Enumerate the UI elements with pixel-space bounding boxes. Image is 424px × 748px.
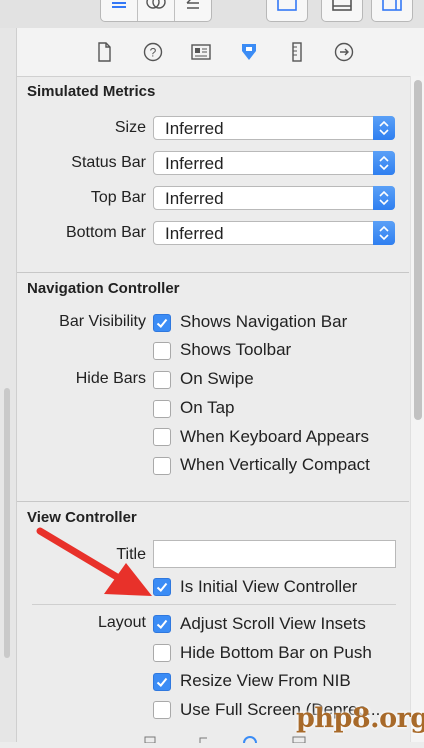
chevron-updown-icon bbox=[373, 186, 395, 210]
layout-label: Layout bbox=[97, 614, 146, 631]
shows-toolbar-checkbox[interactable] bbox=[153, 342, 171, 360]
is-initial-view-controller-label: Is Initial View Controller bbox=[180, 577, 358, 596]
on-swipe-checkbox[interactable] bbox=[153, 371, 171, 389]
hide-bottom-bar-on-push-checkbox[interactable] bbox=[153, 644, 171, 662]
status-bar-label: Status Bar bbox=[71, 154, 146, 171]
bottom-bar-label: Bottom Bar bbox=[65, 224, 146, 241]
ruler-icon[interactable] bbox=[285, 40, 309, 64]
inspector-scrollbar[interactable] bbox=[410, 76, 424, 742]
when-keyboard-appears-checkbox[interactable] bbox=[153, 428, 171, 446]
assistant-editor-button[interactable] bbox=[138, 0, 175, 21]
svg-text:?: ? bbox=[150, 46, 157, 60]
bottom-bar-popup[interactable]: Inferred bbox=[153, 221, 395, 245]
top-bar-value: Inferred bbox=[165, 189, 224, 208]
arrow-circle-icon[interactable] bbox=[332, 40, 356, 64]
on-swipe-label: On Swipe bbox=[180, 369, 254, 388]
is-initial-view-controller-checkbox[interactable] bbox=[153, 578, 171, 596]
on-tap-label: On Tap bbox=[180, 398, 235, 417]
section-title-navigation-controller: Navigation Controller bbox=[27, 280, 180, 297]
on-tap-checkbox[interactable] bbox=[153, 400, 171, 418]
hide-bottom-bar-on-push-label: Hide Bottom Bar on Push bbox=[180, 643, 372, 662]
section-title-view-controller: View Controller bbox=[27, 509, 137, 526]
shows-navigation-bar-label: Shows Navigation Bar bbox=[180, 312, 348, 331]
chevron-updown-icon bbox=[373, 151, 395, 175]
shows-toolbar-label: Shows Toolbar bbox=[180, 340, 292, 359]
use-full-screen-checkbox[interactable] bbox=[153, 701, 171, 719]
xcode-toolbar bbox=[0, 0, 424, 29]
resize-view-from-nib-label: Resize View From NIB bbox=[180, 671, 351, 690]
hide-bars-label: Hide Bars bbox=[75, 370, 146, 387]
when-vertically-compact-checkbox[interactable] bbox=[153, 457, 171, 475]
version-editor-button[interactable] bbox=[175, 0, 211, 21]
inspector-selector-bar: ? bbox=[17, 28, 424, 77]
status-bar-popup[interactable]: Inferred bbox=[153, 151, 395, 175]
standard-editor-button[interactable] bbox=[101, 0, 138, 21]
when-vertically-compact-label: When Vertically Compact bbox=[180, 455, 370, 474]
editor-mode-segmented-control bbox=[100, 0, 212, 22]
top-bar-label: Top Bar bbox=[90, 189, 146, 206]
when-keyboard-appears-label: When Keyboard Appears bbox=[180, 427, 370, 446]
attributes-icon[interactable] bbox=[237, 40, 261, 64]
identity-card-icon[interactable] bbox=[189, 40, 213, 64]
navigator-toggle-button[interactable] bbox=[266, 0, 308, 22]
bar-visibility-label: Bar Visibility bbox=[59, 313, 146, 330]
size-popup[interactable]: Inferred bbox=[153, 116, 395, 140]
adjust-scroll-view-insets-checkbox[interactable] bbox=[153, 615, 171, 633]
left-scroll-handle[interactable] bbox=[4, 388, 10, 658]
size-value: Inferred bbox=[165, 119, 224, 138]
status-bar-value: Inferred bbox=[165, 154, 224, 173]
section-title-simulated-metrics: Simulated Metrics bbox=[27, 83, 156, 100]
document-icon[interactable] bbox=[92, 40, 116, 64]
adjust-scroll-view-insets-label: Adjust Scroll View Insets bbox=[180, 614, 366, 633]
chevron-updown-icon bbox=[373, 221, 395, 245]
title-field-label: Title bbox=[116, 546, 146, 563]
watermark-text: php8.org bbox=[296, 703, 424, 734]
scrollbar-thumb[interactable] bbox=[414, 80, 422, 420]
left-gutter bbox=[0, 28, 17, 742]
size-label: Size bbox=[114, 119, 146, 136]
utilities-toggle-button[interactable] bbox=[371, 0, 413, 22]
debug-area-toggle-button[interactable] bbox=[321, 0, 363, 22]
help-icon[interactable]: ? bbox=[141, 40, 165, 64]
shows-navigation-bar-checkbox[interactable] bbox=[153, 314, 171, 332]
separator-line bbox=[32, 604, 396, 605]
top-bar-popup[interactable]: Inferred bbox=[153, 186, 395, 210]
title-field[interactable] bbox=[153, 540, 396, 568]
chevron-updown-icon bbox=[373, 116, 395, 140]
resize-view-from-nib-checkbox[interactable] bbox=[153, 673, 171, 691]
bottom-bar-value: Inferred bbox=[165, 224, 224, 243]
